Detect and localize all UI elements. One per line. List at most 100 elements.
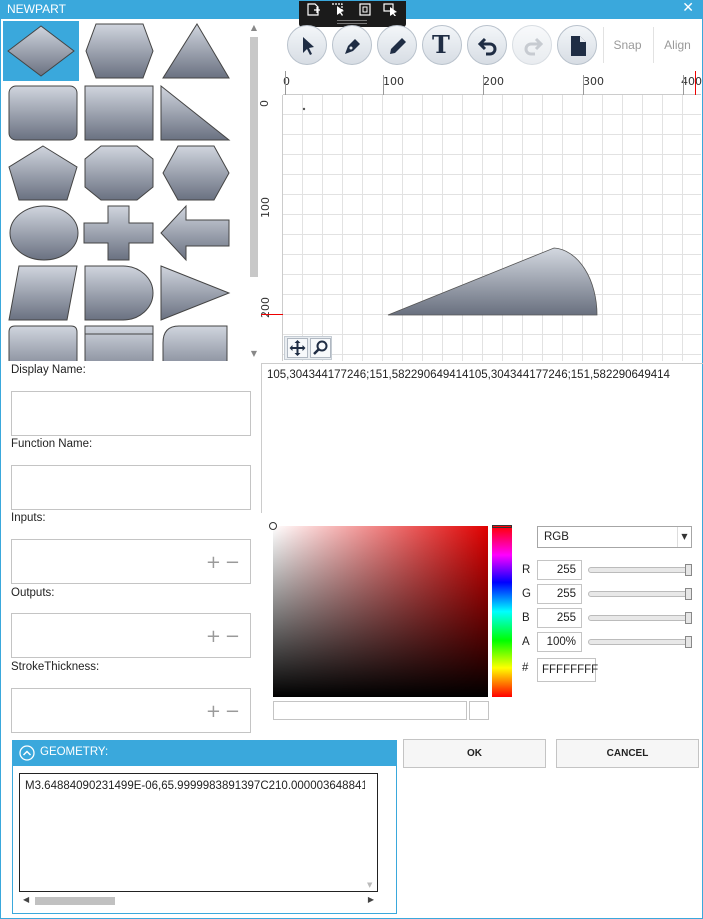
zoom-button[interactable]	[310, 338, 331, 358]
undo-button[interactable]	[467, 25, 507, 65]
drag-grip[interactable]	[337, 20, 367, 24]
add-icon[interactable]: +	[206, 552, 225, 573]
channel-slider-a[interactable]	[588, 636, 692, 648]
add-icon[interactable]: +	[206, 626, 225, 647]
shape-rectangle-with-header[interactable]	[81, 323, 157, 361]
geometry-header[interactable]: GEOMETRY:	[12, 740, 397, 766]
shape-parallelogram[interactable]	[3, 263, 79, 323]
channel-slider-g[interactable]	[588, 588, 692, 600]
redo-button[interactable]	[512, 25, 552, 65]
shape-hexagon-horizontal[interactable]	[81, 21, 157, 81]
ruler-label: 0	[258, 100, 271, 107]
collapse-icon[interactable]	[19, 745, 35, 761]
slider-thumb[interactable]	[685, 612, 692, 624]
color-mode-select[interactable]: RGB ▼	[537, 526, 692, 548]
channel-label-g: G	[522, 588, 531, 600]
shape-arrow-left[interactable]	[159, 203, 235, 263]
add-icon[interactable]: +	[206, 701, 225, 722]
shape-delay[interactable]	[81, 263, 157, 323]
add-document-icon[interactable]	[306, 3, 322, 16]
function-name-field[interactable]	[11, 465, 251, 510]
slider-thumb[interactable]	[685, 564, 692, 576]
scroll-thumb[interactable]	[250, 37, 258, 277]
ruler-label: 100	[259, 197, 272, 218]
drawn-shape	[387, 247, 598, 316]
pen-tool-button[interactable]	[332, 25, 372, 65]
newpart-window: NEWPART ✕ ▲ ▼ T Snap Align 0 100 200 300…	[0, 0, 703, 919]
floating-toolbar	[299, 1, 406, 27]
ruler-label: 400	[681, 75, 702, 88]
canvas-tools	[284, 336, 332, 360]
cancel-button[interactable]: CANCEL	[556, 739, 699, 768]
shape-rectangle[interactable]	[81, 83, 157, 143]
document-button[interactable]	[557, 25, 597, 65]
inputs-label: Inputs:	[11, 512, 46, 524]
channel-value-b[interactable]: 255	[537, 608, 582, 628]
shape-octagon[interactable]	[81, 143, 157, 203]
hex-input[interactable]: FFFFFFFF	[537, 658, 598, 682]
color-cursor[interactable]	[269, 522, 277, 530]
scroll-up-arrow-icon[interactable]: ▲	[249, 23, 259, 32]
square-icon[interactable]	[357, 3, 373, 16]
ok-button[interactable]: OK	[403, 739, 546, 768]
ruler-label: 300	[583, 75, 604, 88]
pointer-duplicate-icon[interactable]	[383, 3, 399, 16]
shape-rounded-top-rectangle[interactable]	[3, 323, 79, 361]
channel-value-r[interactable]: 255	[537, 560, 582, 580]
geometry-vscroll[interactable]: ▼	[365, 774, 377, 891]
geometry-hscroll[interactable]: ◀ ▶	[21, 894, 378, 907]
shape-arrow-right[interactable]	[159, 263, 235, 323]
scroll-left-arrow-icon[interactable]: ◀	[23, 895, 29, 904]
color-mode-value: RGB	[544, 531, 569, 543]
remove-icon[interactable]: −	[225, 626, 244, 647]
slider-thumb[interactable]	[685, 636, 692, 648]
shape-ellipse[interactable]	[3, 203, 79, 263]
ruler-label: 200	[483, 75, 504, 88]
select-arrow-icon	[303, 37, 314, 55]
pan-button[interactable]	[287, 338, 308, 358]
display-name-field[interactable]	[11, 391, 251, 436]
chevron-down-icon: ▼	[677, 527, 691, 547]
scroll-down-arrow-icon[interactable]: ▼	[249, 349, 259, 358]
close-icon[interactable]: ✕	[682, 0, 694, 16]
shape-rounded-corner-shape[interactable]	[159, 323, 235, 361]
shape-cross[interactable]	[81, 203, 157, 263]
shape-pentagon[interactable]	[3, 143, 79, 203]
channel-label-b: B	[522, 612, 530, 624]
scroll-right-arrow-icon[interactable]: ▶	[368, 895, 374, 904]
remove-icon[interactable]: −	[225, 701, 244, 722]
shape-diamond[interactable]	[3, 21, 79, 81]
zoom-icon	[313, 340, 328, 355]
display-name-label: Display Name:	[11, 364, 86, 376]
channel-slider-b[interactable]	[588, 612, 692, 624]
geometry-textbox[interactable]: M3.64884090231499E-06,65.9999983891397C2…	[19, 773, 378, 892]
text-tool-button[interactable]: T	[422, 25, 462, 65]
document-icon	[571, 36, 586, 56]
hue-slider[interactable]	[492, 525, 512, 697]
channel-value-g[interactable]: 255	[537, 584, 582, 604]
shape-hexagon[interactable]	[159, 143, 235, 203]
pencil-tool-button[interactable]	[377, 25, 417, 65]
scroll-down-arrow-icon[interactable]: ▼	[367, 881, 372, 889]
inputs-field[interactable]: +−	[11, 539, 251, 584]
shape-triangle[interactable]	[159, 21, 235, 81]
scroll-thumb[interactable]	[35, 897, 115, 905]
shape-rounded-rectangle[interactable]	[3, 83, 79, 143]
select-tool-button[interactable]	[287, 25, 327, 65]
snap-button[interactable]: Snap	[603, 27, 651, 63]
stroke-thickness-field[interactable]: +−	[11, 688, 251, 733]
saturation-value-area[interactable]	[269, 522, 488, 697]
hue-handle[interactable]	[492, 525, 512, 528]
remove-icon[interactable]: −	[225, 552, 244, 573]
channel-slider-r[interactable]	[588, 564, 692, 576]
channel-value-a[interactable]: 100%	[537, 632, 582, 652]
path-data-panel[interactable]: 105,304344177246;151,582290649414105,304…	[261, 363, 703, 513]
slider-thumb[interactable]	[685, 588, 692, 600]
pointer-select-icon[interactable]	[331, 3, 347, 16]
drawing-canvas[interactable]	[283, 95, 701, 361]
shape-right-triangle[interactable]	[159, 83, 235, 143]
outputs-field[interactable]: +−	[11, 613, 251, 658]
pencil-icon	[390, 38, 406, 54]
geometry-header-label: GEOMETRY:	[40, 746, 109, 758]
align-button[interactable]: Align	[653, 27, 701, 63]
